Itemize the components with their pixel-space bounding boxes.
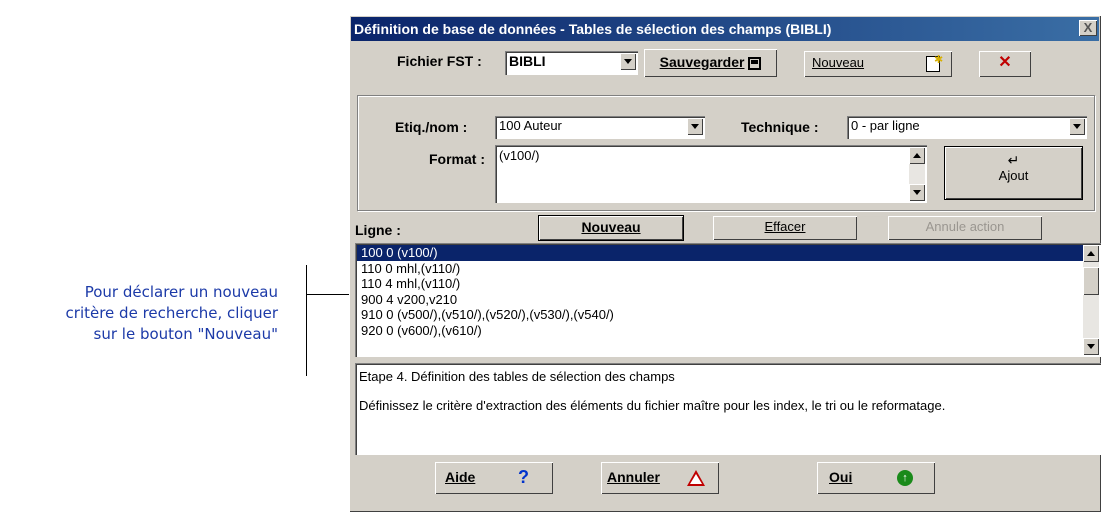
fst-file-dropdown[interactable]: BIBLI (505, 51, 638, 75)
list-item[interactable]: 910 0 (v500/),(v510/),(v520/),(v530/),(v… (357, 307, 1083, 323)
chevron-down-icon[interactable] (1069, 118, 1085, 135)
help-icon: ? (518, 467, 529, 487)
cancel-button[interactable]: Annuler (601, 462, 719, 494)
enter-icon: ↵ (1007, 152, 1020, 168)
callout-horizontal-line (306, 294, 349, 295)
fst-file-label: Fichier FST : (397, 53, 482, 69)
list-item[interactable]: 110 0 mhl,(v110/) (357, 261, 1083, 277)
ok-arrow-icon: ↑ (897, 470, 913, 486)
save-button[interactable]: Sauvegarder (644, 49, 777, 77)
list-item[interactable]: 900 4 v200,v210 (357, 292, 1083, 308)
delete-icon: ✕ (998, 54, 1012, 71)
step-description: Définissez le critère d'extraction des é… (359, 398, 946, 413)
annotation-line-1: Pour déclarer un nouveau (84, 283, 278, 301)
annotation-callout: Pour déclarer un nouveau critère de rech… (8, 282, 278, 345)
new-fst-label: Nouveau (812, 55, 865, 70)
line-new-button[interactable]: Nouveau (538, 215, 684, 241)
scroll-down-icon[interactable] (1083, 338, 1099, 355)
dialog-title-bar: Définition de base de données - Tables d… (351, 17, 1099, 41)
list-item[interactable]: 100 0 (v100/) (357, 245, 1083, 261)
add-button[interactable]: ↵ Ajout (944, 146, 1083, 200)
scroll-up-icon[interactable] (909, 147, 925, 164)
annotation-line-3: sur le bouton "Nouveau" (93, 325, 278, 343)
fst-file-value: BIBLI (509, 53, 546, 69)
technique-value: 0 - par ligne (851, 118, 920, 133)
line-new-label: Nouveau (581, 219, 641, 235)
ok-label: Oui (829, 469, 853, 485)
tag-name-value: 100 Auteur (499, 118, 562, 133)
add-label: Ajout (998, 168, 1029, 183)
list-item[interactable]: 920 0 (v600/),(v610/) (357, 323, 1083, 339)
list-scrollbar[interactable] (1083, 245, 1099, 355)
annotation-line-2: critère de recherche, cliquer (65, 304, 278, 322)
chevron-down-icon[interactable] (620, 53, 636, 70)
scroll-down-icon[interactable] (909, 184, 925, 201)
format-label: Format : (429, 151, 485, 167)
delete-button[interactable]: ✕ (979, 51, 1031, 77)
chevron-down-icon[interactable] (687, 118, 703, 135)
step-title: Etape 4. Définition des tables de sélect… (359, 369, 675, 384)
help-button[interactable]: Aide ? (435, 462, 553, 494)
undo-button[interactable]: Annule action (888, 216, 1042, 240)
fst-lines-list[interactable]: 100 0 (v100/) 110 0 mhl,(v110/) 110 4 mhl,… (355, 243, 1101, 357)
new-fst-button[interactable]: Nouveau (804, 48, 952, 77)
dialog-title: Définition de base de données - Tables d… (354, 21, 832, 37)
tag-name-dropdown[interactable]: 100 Auteur (495, 116, 705, 139)
tag-name-label: Etiq./nom : (395, 119, 468, 135)
cancel-label: Annuler (607, 469, 660, 485)
callout-vertical-line (306, 265, 307, 376)
format-scrollbar[interactable] (909, 147, 925, 201)
help-label: Aide (445, 469, 476, 485)
save-icon (748, 56, 762, 70)
clear-button[interactable]: Effacer (713, 216, 857, 240)
list-item[interactable]: 110 4 mhl,(v110/) (357, 276, 1083, 292)
format-textarea[interactable]: (v100/) (495, 145, 927, 203)
warning-icon (687, 470, 705, 486)
clear-label: Effacer (764, 219, 806, 234)
save-label: Sauvegarder (659, 54, 745, 70)
step-info-panel: Etape 4. Définition des tables de sélect… (355, 363, 1101, 455)
format-value: (v100/) (499, 148, 540, 163)
technique-dropdown[interactable]: 0 - par ligne (847, 116, 1087, 139)
technique-label: Technique : (741, 119, 819, 135)
new-document-icon (926, 48, 943, 72)
ok-button[interactable]: Oui ↑ (817, 462, 935, 494)
close-icon[interactable]: X (1079, 20, 1097, 36)
scroll-thumb[interactable] (1083, 267, 1099, 295)
database-definition-dialog: Définition de base de données - Tables d… (349, 15, 1101, 512)
undo-label: Annule action (925, 219, 1005, 234)
scroll-up-icon[interactable] (1083, 245, 1099, 262)
line-label: Ligne : (355, 222, 401, 238)
